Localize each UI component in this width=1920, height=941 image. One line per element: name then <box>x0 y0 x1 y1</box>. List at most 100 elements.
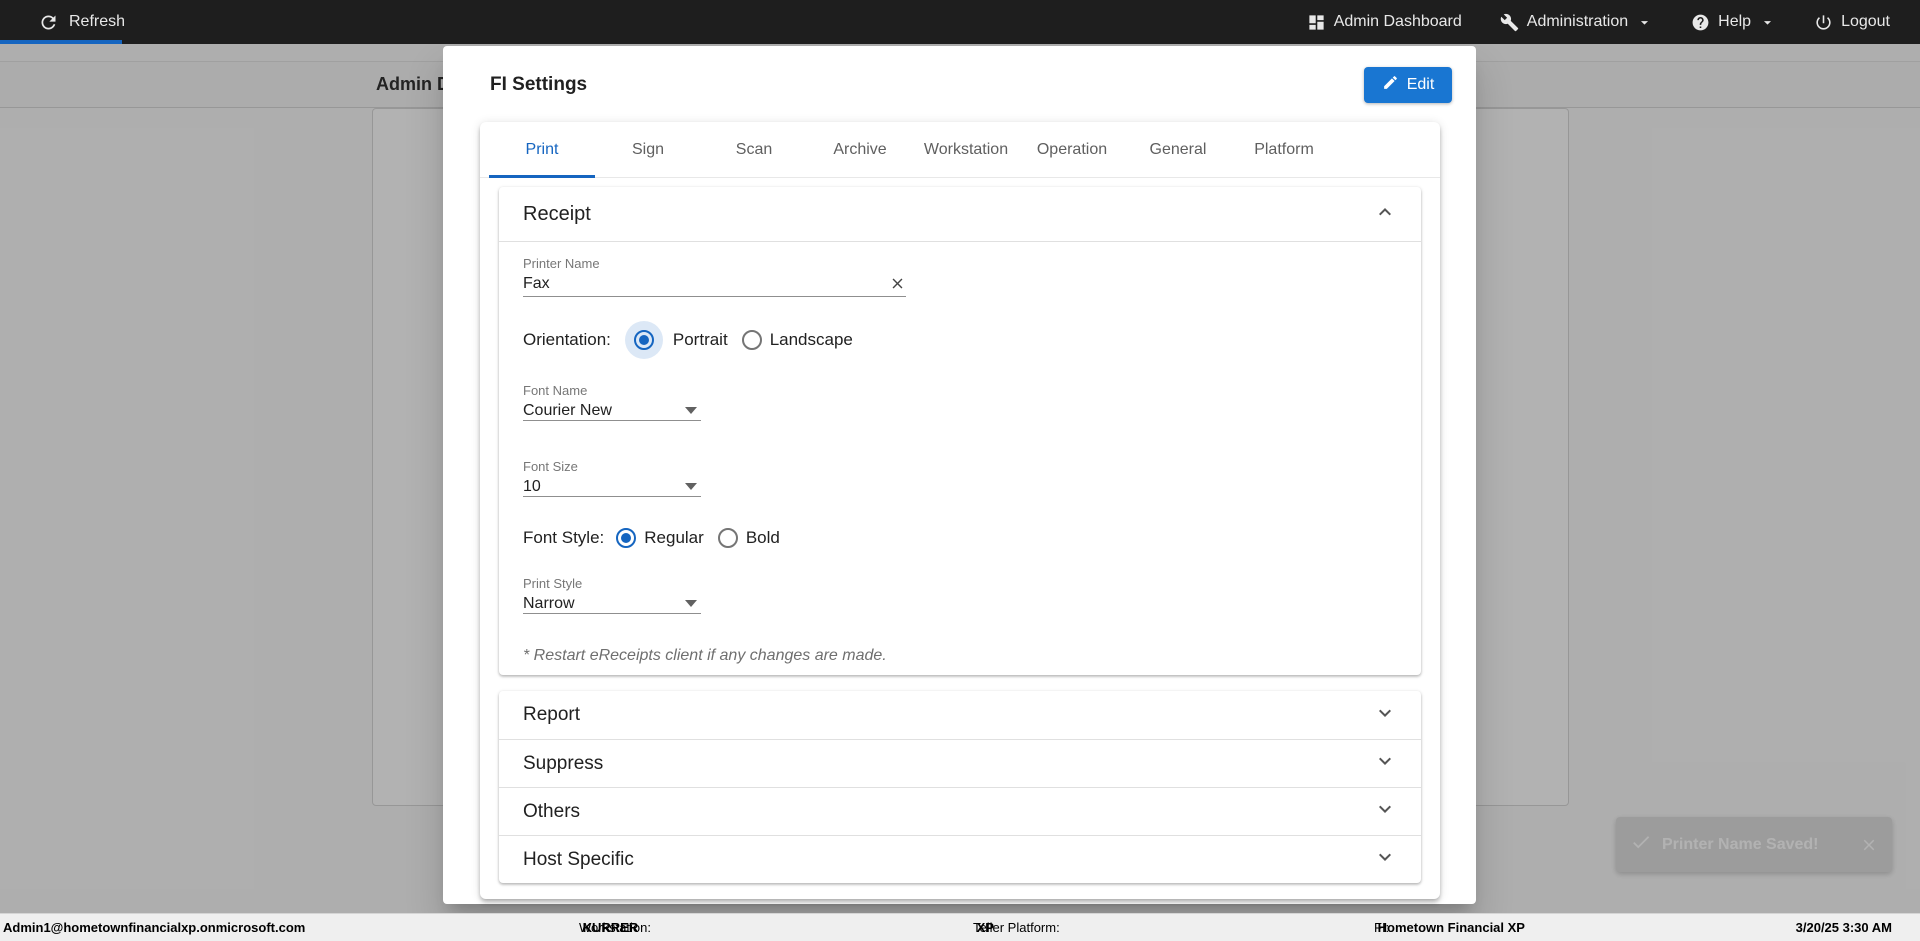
status-workstation-label: Workstation: <box>579 920 652 935</box>
radio-regular[interactable] <box>616 528 637 548</box>
tab-platform[interactable]: Platform <box>1231 122 1337 178</box>
dialog-title: FI Settings <box>490 74 588 95</box>
power-icon <box>1814 13 1833 32</box>
accordion-area: Receipt Printer Name Fax Orientation: Po… <box>480 178 1440 899</box>
section-title: Report <box>523 704 581 725</box>
active-indicator-strip <box>0 40 122 44</box>
section-title: Receipt <box>523 202 591 225</box>
accordion-others[interactable]: Others <box>499 787 1421 835</box>
font-size-value: 10 <box>523 477 541 495</box>
clear-icon[interactable] <box>889 275 906 292</box>
dropdown-arrow-icon <box>685 483 697 490</box>
dropdown-arrow-icon <box>685 600 697 607</box>
radio-portrait[interactable] <box>633 330 654 350</box>
tab-scan[interactable]: Scan <box>701 122 807 178</box>
accordion-report[interactable]: Report <box>499 691 1421 739</box>
chevron-down-icon <box>1759 14 1776 31</box>
tab-archive[interactable]: Archive <box>807 122 913 178</box>
accordion-suppress[interactable]: Suppress <box>499 739 1421 787</box>
print-style-field: Print Style Narrow <box>523 576 1397 614</box>
tab-workstation[interactable]: Workstation <box>913 122 1019 178</box>
print-style-value: Narrow <box>523 594 575 612</box>
status-fi-value: Hometown Financial XP <box>1377 920 1525 935</box>
accordion-receipt-header[interactable]: Receipt <box>499 187 1421 242</box>
chevron-down-icon <box>1373 797 1397 826</box>
status-teller-platform-label: Teller Platform: <box>973 920 1060 935</box>
font-style-label: Font Style: <box>523 528 605 547</box>
status-user: Admin1@hometownfinancialxp.onmicrosoft.c… <box>3 920 306 935</box>
nav-label: Logout <box>1841 13 1890 30</box>
font-size-field: Font Size 10 <box>523 459 1397 497</box>
refresh-button[interactable]: Refresh <box>0 12 125 33</box>
chevron-down-icon <box>1636 14 1653 31</box>
topbar: Refresh Admin Dashboard Administration H… <box>0 0 1920 44</box>
accordion-receipt: Receipt Printer Name Fax Orientation: Po… <box>499 187 1421 675</box>
nav-help[interactable]: Help <box>1691 13 1776 32</box>
orientation-label: Orientation: <box>523 330 611 349</box>
printer-name-field: Printer Name Fax <box>523 256 1397 297</box>
screen: Admin Dashboard Printer Name Saved! Refr… <box>0 0 1920 941</box>
radio-bold[interactable] <box>717 528 738 548</box>
nav-logout[interactable]: Logout <box>1814 13 1890 32</box>
radio-portrait-label[interactable]: Portrait <box>673 330 728 350</box>
radio-landscape-label[interactable]: Landscape <box>770 330 853 350</box>
radio-bold-label[interactable]: Bold <box>746 528 780 548</box>
printer-name-value: Fax <box>523 274 550 292</box>
section-title: Host Specific <box>523 848 634 870</box>
nav-admin-dashboard[interactable]: Admin Dashboard <box>1307 13 1462 32</box>
wrench-icon <box>1500 13 1519 32</box>
section-title: Suppress <box>523 752 604 774</box>
tab-operation[interactable]: Operation <box>1019 122 1125 178</box>
collapsed-sections: Report Suppress Others Host Specific <box>499 691 1421 883</box>
edit-button[interactable]: Edit <box>1364 67 1452 103</box>
pencil-icon <box>1382 74 1399 96</box>
radio-regular-label[interactable]: Regular <box>644 528 704 548</box>
refresh-icon <box>38 12 59 33</box>
print-style-select[interactable]: Narrow <box>523 594 701 614</box>
tab-general[interactable]: General <box>1125 122 1231 178</box>
font-size-select[interactable]: 10 <box>523 477 701 497</box>
refresh-label: Refresh <box>69 13 126 30</box>
status-teller-platform: Teller Platform: XP <box>973 914 1060 941</box>
tab-print[interactable]: Print <box>489 122 595 178</box>
edit-button-label: Edit <box>1406 76 1435 93</box>
dashboard-icon <box>1307 13 1326 32</box>
chevron-down-icon <box>1373 749 1397 778</box>
topbar-nav: Admin Dashboard Administration Help Logo… <box>1307 13 1920 32</box>
receipt-body: Printer Name Fax Orientation: Portrait L… <box>499 242 1421 675</box>
font-name-label: Font Name <box>523 383 588 398</box>
nav-label: Administration <box>1526 13 1629 30</box>
restart-note: * Restart eReceipts client if any change… <box>523 647 887 664</box>
font-name-select[interactable]: Courier New <box>523 401 701 421</box>
fi-settings-dialog: FI Settings Edit Print Sign Scan Archive… <box>443 46 1476 904</box>
radio-halo <box>624 321 663 359</box>
printer-name-label: Printer Name <box>523 256 600 271</box>
font-style-field: Font Style: Regular Bold <box>523 523 1397 553</box>
print-style-label: Print Style <box>523 576 583 591</box>
accordion-host-specific[interactable]: Host Specific <box>499 835 1421 883</box>
dialog-header: FI Settings Edit <box>443 46 1476 122</box>
radio-landscape[interactable] <box>741 330 762 350</box>
orientation-field: Orientation: Portrait Landscape <box>523 321 1397 359</box>
settings-card: Print Sign Scan Archive Workstation Oper… <box>480 122 1440 899</box>
printer-name-input[interactable]: Fax <box>523 271 906 297</box>
tab-sign[interactable]: Sign <box>595 122 701 178</box>
chevron-up-icon[interactable] <box>1373 200 1397 229</box>
chevron-down-icon <box>1373 845 1397 874</box>
status-fi: FI: Hometown Financial XP <box>1374 914 1525 941</box>
nav-label: Admin Dashboard <box>1333 13 1462 30</box>
tabbar: Print Sign Scan Archive Workstation Oper… <box>480 122 1440 178</box>
status-workstation: Workstation: KURRER <box>579 914 651 941</box>
section-title: Others <box>523 800 581 822</box>
status-fi-label: FI: <box>1374 920 1390 935</box>
status-datetime: 3/20/25 3:30 AM <box>1795 920 1892 935</box>
help-icon <box>1691 13 1710 32</box>
font-name-field: Font Name Courier New <box>523 383 1397 421</box>
font-name-value: Courier New <box>523 401 612 419</box>
font-size-label: Font Size <box>523 459 578 474</box>
chevron-down-icon <box>1373 701 1397 730</box>
statusbar: Admin1@hometownfinancialxp.onmicrosoft.c… <box>0 913 1920 941</box>
dropdown-arrow-icon <box>685 407 697 414</box>
nav-label: Help <box>1718 13 1752 30</box>
nav-administration[interactable]: Administration <box>1500 13 1653 32</box>
